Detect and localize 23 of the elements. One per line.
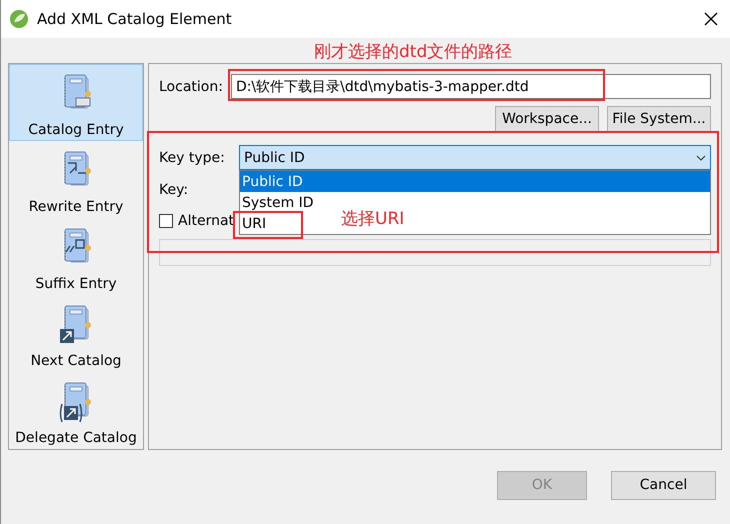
chevron-down-icon	[696, 154, 706, 160]
window-title: Add XML Catalog Element	[37, 10, 233, 28]
sidebar-item[interactable]: Delegate Catalog	[9, 372, 143, 449]
checkbox-label: Alternat	[178, 213, 234, 229]
sidebar-item[interactable]: Suffix Entry	[9, 218, 143, 295]
location-label: Location:	[159, 78, 223, 94]
location-field[interactable]: D:\软件下载目录\dtd\mybatis-3-mapper.dtd	[230, 74, 711, 99]
dropdown-option[interactable]: Public ID	[240, 171, 710, 192]
sidebar-item[interactable]: Next Catalog	[9, 295, 143, 372]
sidebar-item[interactable]: Rewrite Entry	[9, 141, 143, 218]
sidebar-item[interactable]: Catalog Entry	[9, 64, 143, 141]
checkbox[interactable]	[159, 214, 173, 228]
annotation-text: 选择URI	[341, 208, 404, 230]
key-type-dropdown[interactable]: Public ID	[239, 145, 711, 170]
browse-button[interactable]: Workspace...	[495, 106, 599, 132]
key-label: Key:	[159, 182, 188, 198]
cancel-button[interactable]: Cancel	[611, 470, 716, 500]
app-logo-icon	[9, 9, 29, 29]
annotation-text: 刚才选择的dtd文件的路径	[314, 41, 512, 63]
key-type-label: Key type:	[159, 150, 226, 166]
close-icon[interactable]	[704, 12, 718, 26]
browse-button[interactable]: File System...	[607, 106, 711, 132]
notebook-icon	[58, 382, 94, 424]
